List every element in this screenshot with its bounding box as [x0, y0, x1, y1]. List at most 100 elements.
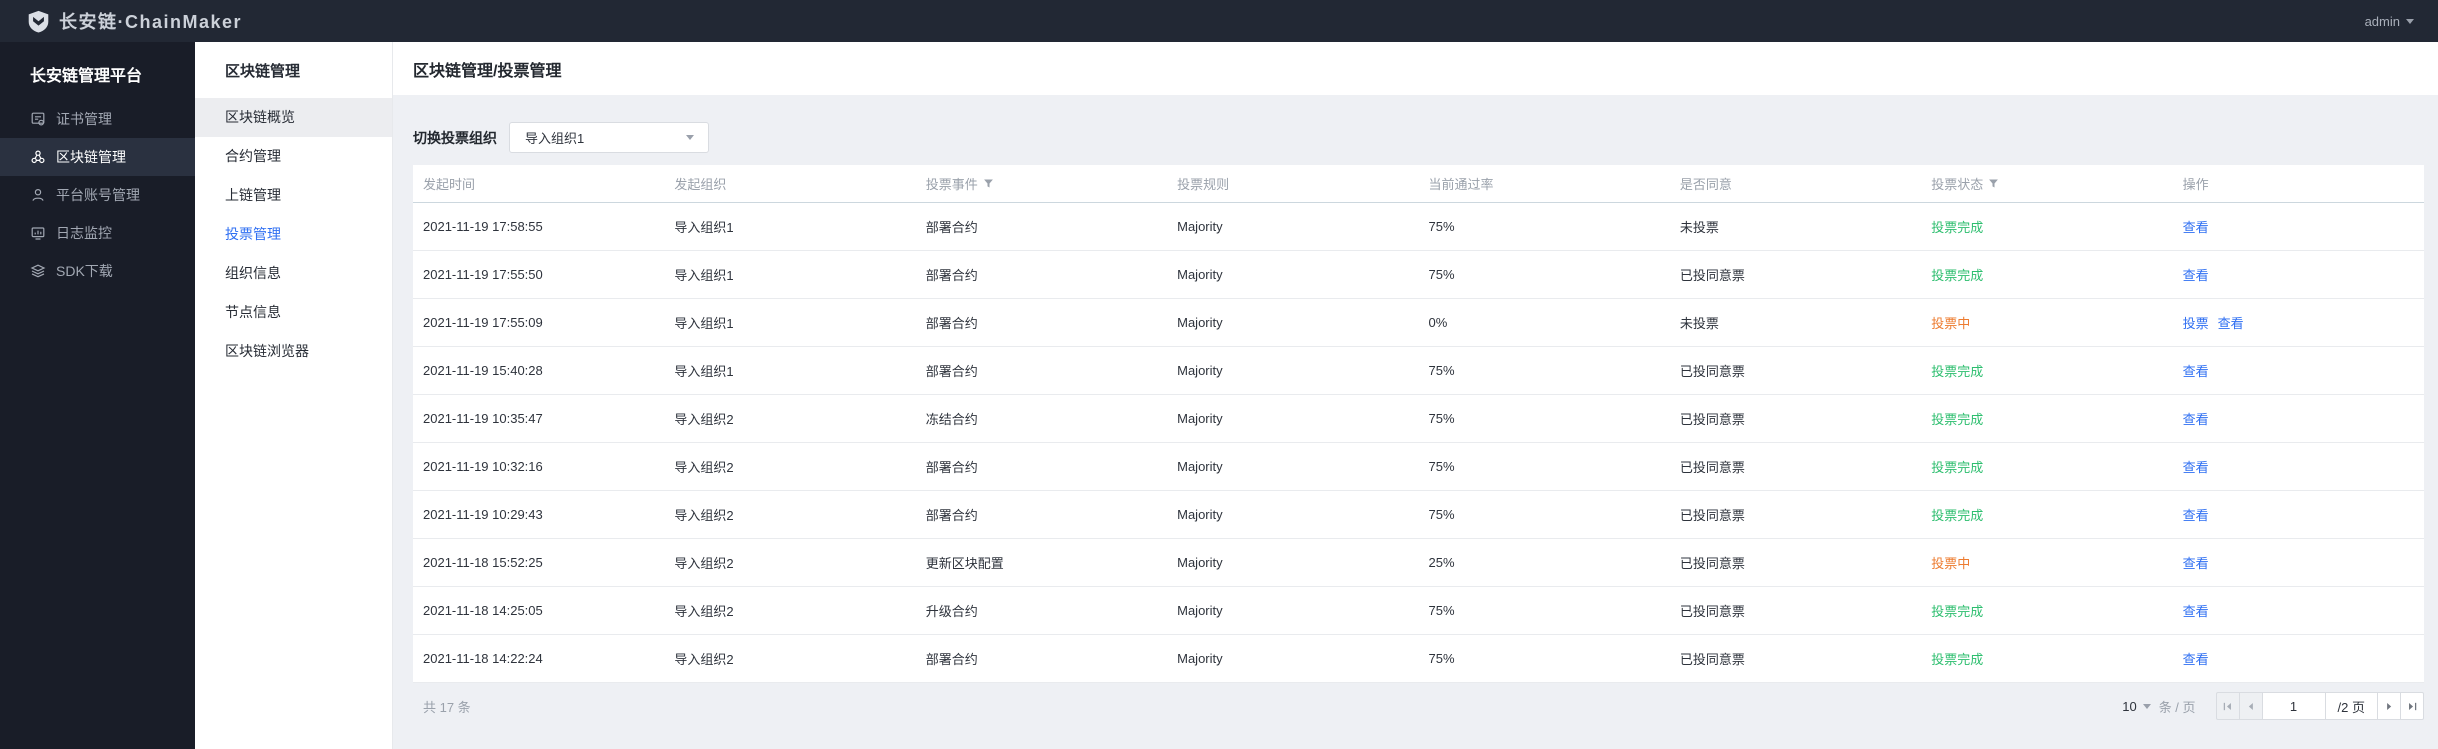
table-row: 2021-11-19 10:32:16 导入组织2 部署合约 Majority 75% 已… — [413, 443, 2424, 491]
cell-value: 已投同意票 — [1679, 364, 1745, 379]
cell-value: 导入组织2 — [674, 604, 734, 619]
cell-value: Majority — [1177, 603, 1223, 618]
filter-icon[interactable] — [983, 178, 994, 189]
cell-agree: 未投票 — [1670, 217, 1921, 236]
view-link[interactable]: 查看 — [2183, 412, 2209, 427]
cell-value: 部署合约 — [925, 508, 978, 523]
column-header-vote_status: 投票状态 — [1921, 174, 2172, 193]
cell-actions: 查看 — [2173, 361, 2424, 380]
certificate-icon — [30, 111, 46, 127]
view-link[interactable]: 查看 — [2183, 508, 2209, 523]
status-text: 投票完成 — [1931, 508, 1984, 523]
user-menu[interactable]: admin — [2365, 14, 2414, 29]
cell-org: 导入组织1 — [664, 265, 915, 284]
cell-actions: 查看 — [2173, 649, 2424, 668]
cell-value: Majority — [1177, 315, 1223, 330]
cell-rate: 75% — [1419, 267, 1670, 282]
cell-status: 投票完成 — [1921, 217, 2172, 236]
cell-org: 导入组织2 — [664, 601, 915, 620]
org-select[interactable]: 导入组织1 — [509, 122, 709, 153]
first-page-button[interactable] — [2215, 692, 2240, 720]
cell-rule: Majority — [1167, 315, 1418, 330]
sidebar-item-label: SDK下载 — [56, 263, 113, 279]
next-page-button[interactable] — [2377, 692, 2401, 720]
cell-value: 2021-11-19 10:32:16 — [423, 459, 543, 474]
cell-agree: 已投同意票 — [1670, 409, 1921, 428]
vote-link[interactable]: 投票 — [2183, 316, 2209, 331]
status-text: 投票完成 — [1931, 364, 1984, 379]
cell-agree: 已投同意票 — [1670, 361, 1921, 380]
sidebar-item-logs[interactable]: 日志监控 — [0, 214, 195, 252]
column-header-actions: 操作 — [2173, 174, 2424, 193]
cell-value: 2021-11-19 17:58:55 — [423, 219, 543, 234]
cell-time: 2021-11-19 10:35:47 — [413, 411, 664, 426]
cell-rate: 75% — [1419, 651, 1670, 666]
submenu-item-nodes[interactable]: 节点信息 — [195, 293, 392, 332]
cell-rate: 75% — [1419, 459, 1670, 474]
cell-rule: Majority — [1167, 651, 1418, 666]
cell-org: 导入组织2 — [664, 553, 915, 572]
org-select-value: 导入组织1 — [525, 131, 585, 146]
cell-agree: 已投同意票 — [1670, 601, 1921, 620]
view-link[interactable]: 查看 — [2183, 604, 2209, 619]
cell-actions: 投票 查看 — [2173, 313, 2424, 332]
view-link[interactable]: 查看 — [2183, 556, 2209, 571]
blockchain-icon — [30, 149, 46, 165]
sidebar-item-accounts[interactable]: 平台账号管理 — [0, 176, 195, 214]
cell-value: 2021-11-18 15:52:25 — [423, 555, 543, 570]
chevron-down-icon — [2406, 18, 2414, 24]
view-link[interactable]: 查看 — [2183, 460, 2209, 475]
cell-value: 已投同意票 — [1679, 460, 1745, 475]
sidebar-item-blockchain[interactable]: 区块链管理 — [0, 138, 195, 176]
page-input[interactable] — [2261, 692, 2326, 720]
cell-value: 部署合约 — [925, 268, 978, 283]
cell-status: 投票完成 — [1921, 265, 2172, 284]
column-label: 投票事件 — [925, 177, 978, 192]
last-page-button[interactable] — [2400, 692, 2424, 720]
submenu-item-organizations[interactable]: 组织信息 — [195, 254, 392, 293]
prev-page-button[interactable] — [2238, 692, 2263, 720]
frame: 长安链管理平台 证书管理 区块链管理 平台账号管理 日志监控 SDK下载 区块链管理 区… — [0, 42, 2438, 749]
submenu-item-voting[interactable]: 投票管理 — [195, 215, 392, 254]
user-name: admin — [2364, 13, 2400, 29]
submenu-item-overview[interactable]: 区块链概览 — [195, 98, 392, 137]
sidebar-item-sdk[interactable]: SDK下载 — [0, 252, 195, 290]
table-row: 2021-11-19 15:40:28 导入组织1 部署合约 Majority 75% 已… — [413, 347, 2424, 395]
cell-value: 导入组织1 — [674, 220, 734, 235]
cell-time: 2021-11-18 15:52:25 — [413, 555, 664, 570]
cell-value: 部署合约 — [925, 460, 978, 475]
cell-org: 导入组织2 — [664, 649, 915, 668]
cell-agree: 已投同意票 — [1670, 553, 1921, 572]
page-header: 区块链管理/投票管理 — [393, 42, 2438, 95]
status-text: 投票完成 — [1931, 412, 1984, 427]
cell-status: 投票完成 — [1921, 457, 2172, 476]
cell-value: 更新区块配置 — [925, 556, 1004, 571]
cell-org: 导入组织2 — [664, 409, 915, 428]
cell-actions: 查看 — [2173, 505, 2424, 524]
submenu-item-onchain[interactable]: 上链管理 — [195, 176, 392, 215]
cell-status: 投票中 — [1921, 313, 2172, 332]
column-header-pass_rate: 当前通过率 — [1419, 174, 1670, 193]
page-size-select[interactable]: 10 — [2122, 699, 2151, 714]
submenu-item-contracts[interactable]: 合约管理 — [195, 137, 392, 176]
cell-value: 冻结合约 — [925, 412, 978, 427]
column-label: 是否同意 — [1679, 177, 1732, 192]
cell-rate: 75% — [1419, 219, 1670, 234]
view-link[interactable]: 查看 — [2218, 316, 2244, 331]
cell-value: 已投同意票 — [1679, 508, 1745, 523]
view-link[interactable]: 查看 — [2183, 364, 2209, 379]
submenu-item-explorer[interactable]: 区块链浏览器 — [195, 332, 392, 371]
sidebar-item-certificates[interactable]: 证书管理 — [0, 100, 195, 138]
view-link[interactable]: 查看 — [2183, 220, 2209, 235]
filter-bar: 切换投票组织 导入组织1 — [413, 122, 2424, 153]
cell-value: 75% — [1428, 267, 1455, 282]
cell-value: 75% — [1428, 459, 1455, 474]
cell-actions: 查看 — [2173, 601, 2424, 620]
filter-icon[interactable] — [1988, 178, 1999, 189]
logo: 长安链·ChainMaker — [26, 8, 242, 34]
cell-event: 升级合约 — [916, 601, 1167, 620]
cell-org: 导入组织2 — [664, 505, 915, 524]
view-link[interactable]: 查看 — [2183, 268, 2209, 283]
cell-org: 导入组织1 — [664, 313, 915, 332]
view-link[interactable]: 查看 — [2183, 652, 2209, 667]
